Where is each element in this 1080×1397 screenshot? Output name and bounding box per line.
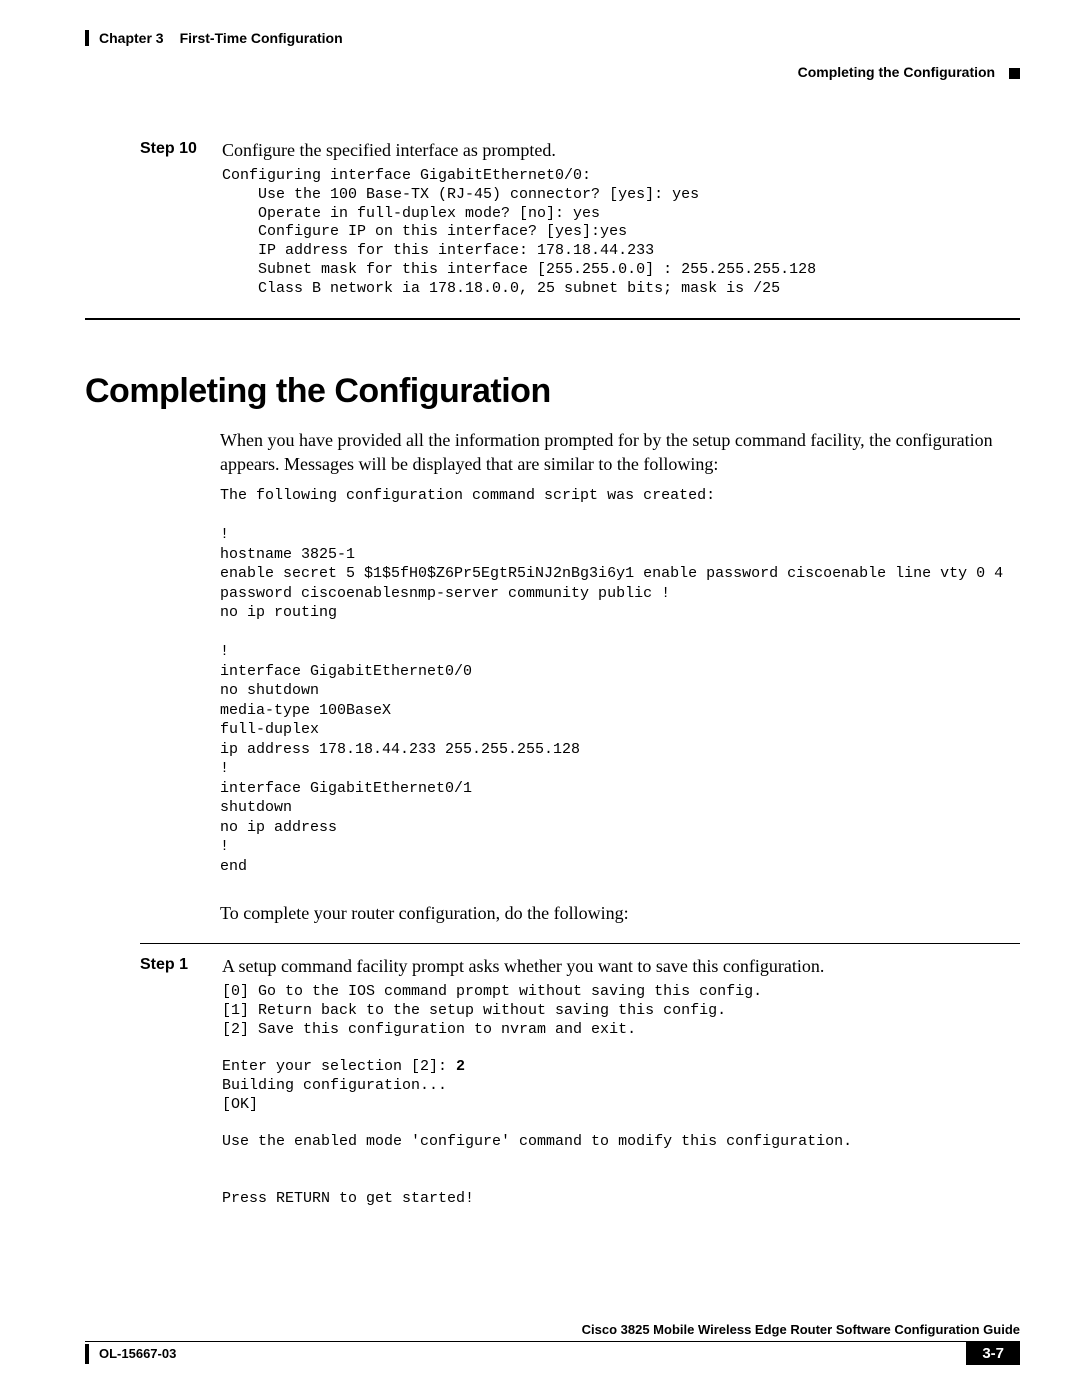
step1-area: Step 1 A setup command facility prompt a… — [140, 956, 1020, 1208]
step-1-label: Step 1 — [140, 956, 222, 977]
section-heading: Completing the Configuration — [85, 372, 1020, 411]
step1-code-pre: [0] Go to the IOS command prompt without… — [222, 983, 762, 1075]
page-footer: Cisco 3825 Mobile Wireless Edge Router S… — [85, 1322, 1020, 1365]
step-1-row: Step 1 A setup command facility prompt a… — [140, 956, 1020, 977]
section-right-text: Completing the Configuration — [798, 64, 996, 80]
chapter-title: First-Time Configuration — [180, 30, 343, 46]
step1-selection: 2 — [456, 1058, 465, 1075]
section-body: When you have provided all the informati… — [220, 429, 1020, 925]
section-marker-icon — [1009, 68, 1020, 79]
footer-docid: OL-15667-03 — [99, 1346, 176, 1361]
step-10-label: Step 10 — [140, 140, 222, 161]
step-1-text: A setup command facility prompt asks whe… — [222, 956, 1020, 977]
step-divider — [140, 943, 1020, 944]
chapter-label: Chapter 3 — [99, 30, 164, 46]
complete-paragraph: To complete your router configuration, d… — [220, 902, 1020, 925]
page: Chapter 3 First-Time Configuration Compl… — [0, 0, 1080, 1397]
step-10-text: Configure the specified interface as pro… — [222, 140, 1020, 161]
step-10-code: Configuring interface GigabitEthernet0/0… — [222, 167, 1020, 298]
page-header: Chapter 3 First-Time Configuration — [85, 30, 1020, 46]
footer-left: OL-15667-03 — [85, 1344, 176, 1364]
step-10-row: Step 10 Configure the specified interfac… — [140, 140, 1020, 161]
section-divider — [85, 318, 1020, 320]
content-area: Step 10 Configure the specified interfac… — [140, 140, 1020, 298]
step1-code-post: Building configuration... [OK] Use the e… — [222, 1077, 852, 1207]
footer-row: OL-15667-03 3-7 — [85, 1341, 1020, 1365]
footer-guide-title: Cisco 3825 Mobile Wireless Edge Router S… — [85, 1322, 1020, 1337]
step-1-code: [0] Go to the IOS command prompt without… — [222, 983, 1020, 1208]
section-header-right: Completing the Configuration — [85, 64, 1020, 80]
intro-paragraph: When you have provided all the informati… — [220, 429, 1020, 476]
config-script-code: The following configuration command scri… — [220, 486, 1020, 876]
header-accent-bar — [85, 30, 89, 46]
footer-pagenum: 3-7 — [966, 1342, 1020, 1365]
footer-accent-bar — [85, 1344, 89, 1364]
